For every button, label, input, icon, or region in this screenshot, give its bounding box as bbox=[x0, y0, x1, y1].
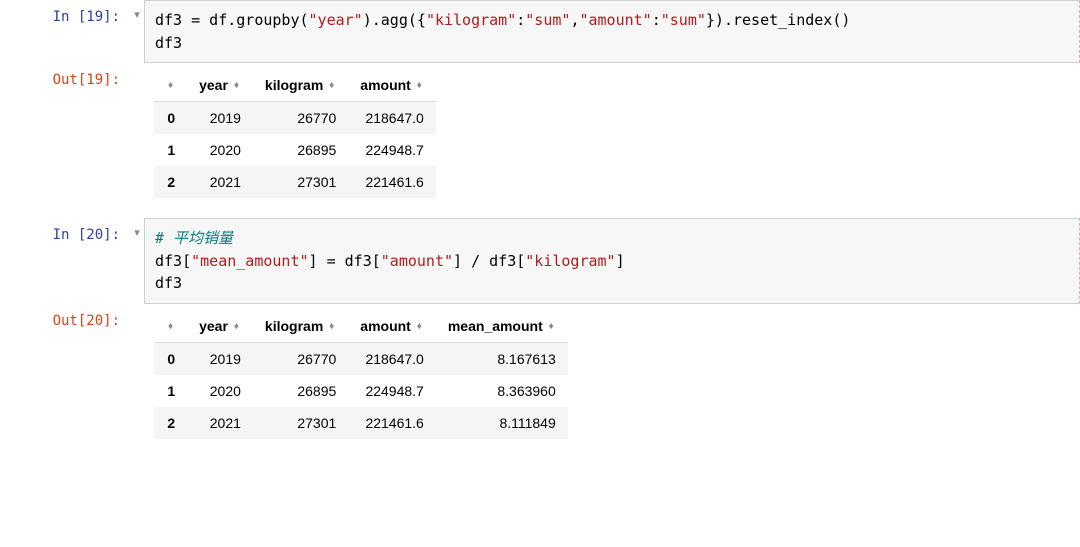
dataframe-table-19: ♦ year ♦ kilogram ♦ amount ♦ 0 2019 2677… bbox=[154, 69, 436, 198]
column-header-mean-amount[interactable]: mean_amount ♦ bbox=[436, 310, 568, 343]
column-label: mean_amount bbox=[448, 318, 543, 334]
column-header-index[interactable]: ♦ bbox=[154, 69, 187, 102]
spacer bbox=[130, 304, 144, 459]
code-token: "kilogram" bbox=[525, 252, 615, 270]
dataframe-table-20: ♦ year ♦ kilogram ♦ amount ♦ mean_amount… bbox=[154, 310, 568, 439]
cell-amount: 224948.7 bbox=[348, 375, 436, 407]
code-token: ).agg({ bbox=[363, 11, 426, 29]
column-label: year bbox=[199, 77, 228, 93]
column-label: kilogram bbox=[265, 77, 323, 93]
row-index: 2 bbox=[154, 407, 187, 439]
table-header-row: ♦ year ♦ kilogram ♦ amount ♦ mean_amount… bbox=[154, 310, 568, 343]
output-area-19: ♦ year ♦ kilogram ♦ amount ♦ 0 2019 2677… bbox=[144, 63, 1080, 218]
cell-kilogram: 26770 bbox=[253, 102, 348, 135]
table-row: 2 2021 27301 221461.6 bbox=[154, 166, 436, 198]
cell-year: 2020 bbox=[187, 134, 253, 166]
run-indicator-icon[interactable]: ▾ bbox=[130, 218, 144, 304]
sort-icon[interactable]: ♦ bbox=[417, 82, 422, 90]
code-token: "amount" bbox=[381, 252, 453, 270]
cell-year: 2019 bbox=[187, 342, 253, 375]
cell-kilogram: 26895 bbox=[253, 375, 348, 407]
code-token: : bbox=[516, 11, 525, 29]
cell-amount: 218647.0 bbox=[348, 342, 436, 375]
code-token: df3 = df.groupby( bbox=[155, 11, 309, 29]
cell-20-input: In [20]: ▾ # 平均销量 df3["mean_amount"] = d… bbox=[0, 218, 1080, 304]
code-token: ] / df3[ bbox=[453, 252, 525, 270]
cell-amount: 224948.7 bbox=[348, 134, 436, 166]
cell-amount: 221461.6 bbox=[348, 407, 436, 439]
code-token: ] bbox=[616, 252, 625, 270]
in-prompt-19: In [19]: bbox=[0, 0, 130, 63]
cell-kilogram: 27301 bbox=[253, 166, 348, 198]
column-label: amount bbox=[360, 318, 411, 334]
column-header-kilogram[interactable]: kilogram ♦ bbox=[253, 310, 348, 343]
sort-icon[interactable]: ♦ bbox=[329, 82, 334, 90]
column-label: kilogram bbox=[265, 318, 323, 334]
sort-icon[interactable]: ♦ bbox=[168, 82, 173, 90]
out-prompt-20: Out[20]: bbox=[0, 304, 130, 459]
code-token: "year" bbox=[309, 11, 363, 29]
cell-mean-amount: 8.111849 bbox=[436, 407, 568, 439]
cell-19-input: In [19]: ▾ df3 = df.groupby("year").agg(… bbox=[0, 0, 1080, 63]
column-header-amount[interactable]: amount ♦ bbox=[348, 69, 436, 102]
out-prompt-19: Out[19]: bbox=[0, 63, 130, 218]
cell-year: 2021 bbox=[187, 407, 253, 439]
column-header-year[interactable]: year ♦ bbox=[187, 310, 253, 343]
run-indicator-icon[interactable]: ▾ bbox=[130, 0, 144, 63]
cell-mean-amount: 8.363960 bbox=[436, 375, 568, 407]
row-index: 1 bbox=[154, 134, 187, 166]
cell-year: 2021 bbox=[187, 166, 253, 198]
cell-amount: 221461.6 bbox=[348, 166, 436, 198]
cell-year: 2020 bbox=[187, 375, 253, 407]
spacer bbox=[130, 63, 144, 218]
table-header-row: ♦ year ♦ kilogram ♦ amount ♦ bbox=[154, 69, 436, 102]
column-header-kilogram[interactable]: kilogram ♦ bbox=[253, 69, 348, 102]
column-header-year[interactable]: year ♦ bbox=[187, 69, 253, 102]
sort-icon[interactable]: ♦ bbox=[417, 323, 422, 331]
sort-icon[interactable]: ♦ bbox=[549, 323, 554, 331]
column-label: year bbox=[199, 318, 228, 334]
code-token: df3[ bbox=[155, 252, 191, 270]
cell-amount: 218647.0 bbox=[348, 102, 436, 135]
code-token: "kilogram" bbox=[426, 11, 516, 29]
row-index: 1 bbox=[154, 375, 187, 407]
cell-19-output: Out[19]: ♦ year ♦ kilogram ♦ amount ♦ 0 … bbox=[0, 63, 1080, 218]
row-index: 0 bbox=[154, 342, 187, 375]
in-prompt-20: In [20]: bbox=[0, 218, 130, 304]
output-area-20: ♦ year ♦ kilogram ♦ amount ♦ mean_amount… bbox=[144, 304, 1080, 459]
code-token: "sum" bbox=[525, 11, 570, 29]
cell-kilogram: 27301 bbox=[253, 407, 348, 439]
cell-kilogram: 26895 bbox=[253, 134, 348, 166]
code-token: }).reset_index() bbox=[706, 11, 851, 29]
code-token: "amount" bbox=[579, 11, 651, 29]
code-token: : bbox=[652, 11, 661, 29]
sort-icon[interactable]: ♦ bbox=[329, 323, 334, 331]
table-row: 0 2019 26770 218647.0 bbox=[154, 102, 436, 135]
cell-year: 2019 bbox=[187, 102, 253, 135]
column-header-amount[interactable]: amount ♦ bbox=[348, 310, 436, 343]
table-row: 2 2021 27301 221461.6 8.111849 bbox=[154, 407, 568, 439]
sort-icon[interactable]: ♦ bbox=[234, 82, 239, 90]
row-index: 0 bbox=[154, 102, 187, 135]
table-row: 1 2020 26895 224948.7 bbox=[154, 134, 436, 166]
cell-20-output: Out[20]: ♦ year ♦ kilogram ♦ amount ♦ me… bbox=[0, 304, 1080, 459]
code-token: "sum" bbox=[661, 11, 706, 29]
sort-icon[interactable]: ♦ bbox=[234, 323, 239, 331]
column-label: amount bbox=[360, 77, 411, 93]
code-token: ] = df3[ bbox=[309, 252, 381, 270]
column-header-index[interactable]: ♦ bbox=[154, 310, 187, 343]
code-input-19[interactable]: df3 = df.groupby("year").agg({"kilogram"… bbox=[144, 0, 1080, 63]
row-index: 2 bbox=[154, 166, 187, 198]
cell-kilogram: 26770 bbox=[253, 342, 348, 375]
table-row: 1 2020 26895 224948.7 8.363960 bbox=[154, 375, 568, 407]
table-row: 0 2019 26770 218647.0 8.167613 bbox=[154, 342, 568, 375]
code-token: "mean_amount" bbox=[191, 252, 308, 270]
code-token: df3 bbox=[155, 274, 182, 292]
code-token: df3 bbox=[155, 34, 182, 52]
cell-mean-amount: 8.167613 bbox=[436, 342, 568, 375]
sort-icon[interactable]: ♦ bbox=[168, 323, 173, 331]
code-comment: # 平均销量 bbox=[155, 229, 233, 247]
code-input-20[interactable]: # 平均销量 df3["mean_amount"] = df3["amount"… bbox=[144, 218, 1080, 304]
